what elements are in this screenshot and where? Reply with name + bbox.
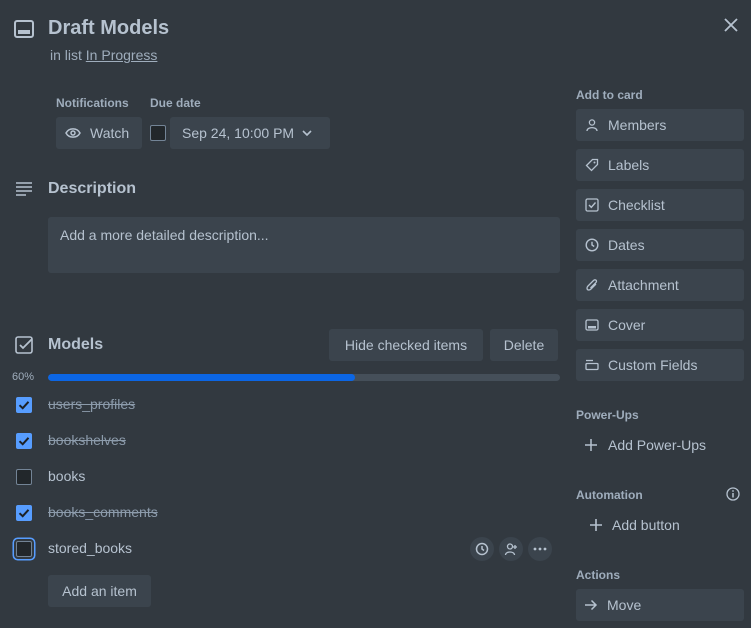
checklist-title[interactable]: Models: [48, 336, 103, 354]
watch-label: Watch: [90, 125, 130, 141]
item-checkbox[interactable]: [16, 541, 32, 557]
add-to-card-label: Attachment: [608, 277, 679, 293]
hide-checked-label: Hide checked items: [344, 337, 468, 353]
watch-button[interactable]: Watch: [56, 117, 142, 149]
add-to-card-custom-fields-button[interactable]: Custom Fields: [576, 349, 744, 381]
close-icon[interactable]: [722, 16, 740, 34]
checklist-icon: [15, 336, 33, 354]
add-to-card-labels-button[interactable]: Labels: [576, 149, 744, 181]
assign-member-icon[interactable]: [499, 537, 523, 561]
add-to-card-dates-button[interactable]: Dates: [576, 229, 744, 261]
add-to-card-members-button[interactable]: Members: [576, 109, 744, 141]
description-icon: [15, 182, 33, 196]
checklist-item-label[interactable]: bookshelves: [48, 432, 126, 448]
item-checkbox[interactable]: [16, 505, 32, 521]
item-checkbox[interactable]: [16, 397, 32, 413]
notifications-label: Notifications: [56, 96, 129, 110]
person-icon: [584, 117, 600, 133]
list-link[interactable]: In Progress: [86, 47, 158, 63]
description-placeholder: Add a more detailed description...: [60, 227, 269, 243]
move-label: Move: [607, 597, 642, 613]
plus-icon: [589, 518, 603, 532]
add-power-ups-button[interactable]: Add Power-Ups: [576, 429, 744, 461]
progress-fill: [48, 374, 356, 381]
info-icon[interactable]: [726, 487, 740, 501]
due-date-value: Sep 24, 10:00 PM: [182, 125, 295, 141]
add-to-card-title: Add to card: [576, 88, 643, 102]
eye-icon: [65, 127, 81, 139]
add-to-card-label: Dates: [608, 237, 645, 253]
plus-icon: [584, 438, 598, 452]
checklist-item-label[interactable]: books_comments: [48, 504, 158, 520]
chevron-down-icon: [302, 130, 312, 136]
move-button[interactable]: Move: [576, 589, 744, 621]
in-list-prefix: in list: [50, 47, 86, 63]
add-button-label: Add button: [612, 517, 680, 533]
add-to-card-label: Cover: [608, 317, 646, 333]
arrow-right-icon: [584, 599, 598, 611]
add-power-ups-label: Add Power-Ups: [608, 437, 707, 453]
custom-fields-icon: [584, 357, 600, 373]
add-to-card-label: Labels: [608, 157, 650, 173]
description-editor[interactable]: Add a more detailed description...: [48, 217, 560, 273]
checklist-icon: [584, 197, 600, 213]
paperclip-icon: [584, 277, 600, 293]
add-to-card-label: Members: [608, 117, 667, 133]
checklist-item-label[interactable]: users_profiles: [48, 396, 135, 412]
card-icon: [14, 20, 34, 38]
power-ups-title: Power-Ups: [576, 408, 639, 422]
checklist-item-label[interactable]: stored_books: [48, 540, 132, 556]
add-to-card-label: Custom Fields: [608, 357, 698, 373]
actions-title: Actions: [576, 568, 621, 582]
due-date-label: Due date: [150, 96, 201, 110]
item-checkbox[interactable]: [16, 433, 32, 449]
add-item-label: Add an item: [62, 583, 137, 599]
description-title: Description: [48, 180, 137, 197]
add-automation-button[interactable]: Add button: [576, 509, 744, 541]
delete-label: Delete: [503, 337, 545, 353]
progress-percent: 60%: [12, 371, 35, 383]
item-checkbox[interactable]: [16, 469, 32, 485]
due-date-button[interactable]: Sep 24, 10:00 PM: [170, 117, 330, 149]
hide-checked-button[interactable]: Hide checked items: [329, 329, 483, 361]
cover-icon: [584, 317, 600, 333]
due-date-checkbox[interactable]: [150, 125, 166, 141]
tag-icon: [584, 157, 600, 173]
add-to-card-label: Checklist: [608, 197, 665, 213]
progress-track: [48, 374, 560, 381]
checklist-item-label[interactable]: books: [48, 468, 85, 484]
clock-icon: [584, 237, 600, 253]
card-title[interactable]: Draft Models: [48, 17, 169, 40]
add-item-button[interactable]: Add an item: [48, 575, 151, 607]
more-actions-icon[interactable]: [528, 537, 552, 561]
add-to-card-attachment-button[interactable]: Attachment: [576, 269, 744, 301]
due-date-clock-icon[interactable]: [470, 537, 494, 561]
automation-title: Automation: [576, 488, 643, 502]
add-to-card-cover-button[interactable]: Cover: [576, 309, 744, 341]
delete-checklist-button[interactable]: Delete: [490, 329, 558, 361]
list-breadcrumb: in list In Progress: [50, 47, 157, 63]
add-to-card-checklist-button[interactable]: Checklist: [576, 189, 744, 221]
